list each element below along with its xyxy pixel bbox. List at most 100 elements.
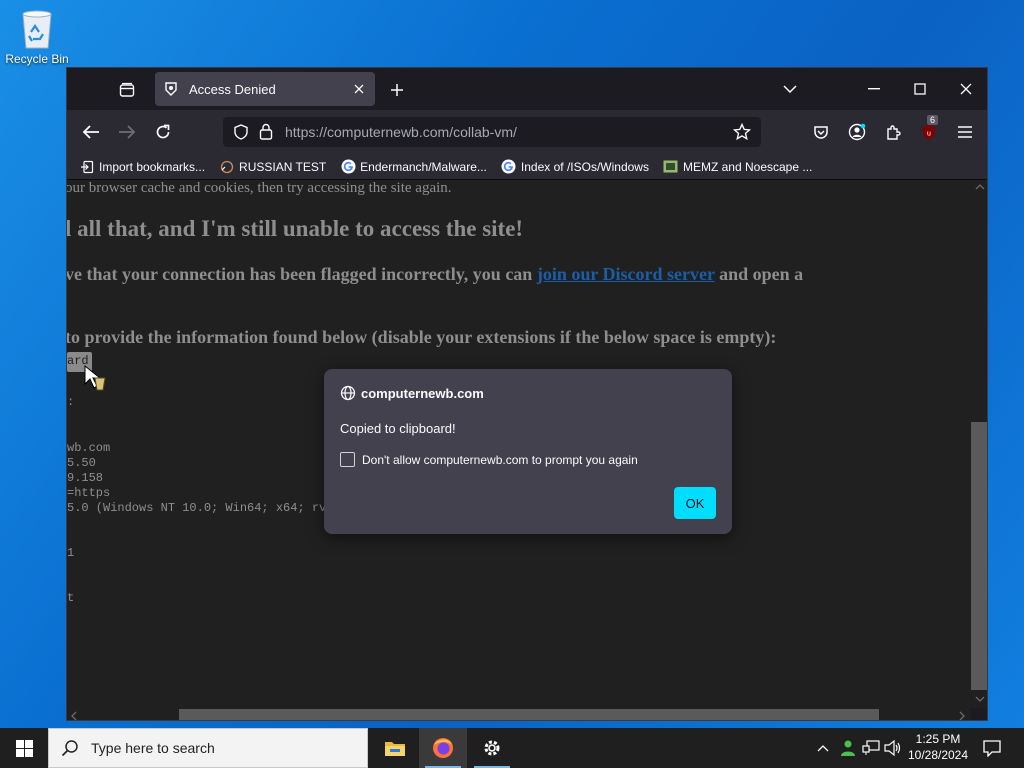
bookmark-import[interactable]: Import bookmarks... — [79, 159, 205, 175]
notification-icon — [983, 740, 1001, 757]
url-origin: https://computernewb.com — [285, 124, 450, 140]
info-line: 9.158 — [67, 471, 104, 485]
puzzle-icon — [886, 124, 901, 140]
tab-list-button[interactable] — [111, 74, 143, 106]
scroll-right-icon[interactable] — [959, 711, 965, 721]
menu-button[interactable] — [951, 118, 979, 146]
arrow-left-icon — [82, 125, 99, 139]
firefox-icon — [433, 738, 453, 758]
taskbar-clock[interactable]: 1:25 PM 10/28/2024 — [900, 731, 976, 763]
close-window-button[interactable] — [943, 68, 987, 110]
site-favicon-icon — [165, 82, 177, 96]
dont-allow-checkbox-row[interactable]: Don't allow computernewb.com to prompt y… — [340, 452, 638, 467]
info-line: t — [67, 591, 75, 605]
taskbar-firefox[interactable] — [419, 728, 467, 768]
scroll-up-icon[interactable] — [975, 184, 985, 190]
forward-button[interactable] — [113, 118, 141, 146]
extensions-button[interactable] — [879, 118, 907, 146]
info-line: 5.50 — [67, 456, 96, 470]
tray-network-button[interactable] — [860, 728, 882, 768]
dont-allow-label[interactable]: Don't allow computernewb.com to prompt y… — [362, 453, 638, 467]
scroll-left-icon[interactable] — [71, 711, 77, 721]
tab-title: Access Denied — [189, 81, 276, 97]
plus-icon — [391, 84, 403, 96]
search-icon — [61, 740, 78, 757]
action-center-button[interactable] — [978, 728, 1006, 768]
gear-icon — [484, 740, 500, 756]
tab-bar: Access Denied — [67, 68, 987, 110]
bookmark-label: MEMZ and Noescape ... — [682, 159, 813, 174]
cursor-busy-icon — [84, 364, 106, 391]
lock-icon[interactable] — [259, 123, 273, 140]
ublock-icon: u — [923, 125, 935, 140]
chevron-up-icon — [817, 745, 829, 752]
url-path: /collab-vm/ — [449, 124, 517, 140]
google-icon — [340, 159, 356, 175]
bookmark-label: Endermanch/Malware... — [360, 159, 487, 174]
show-hidden-icons-button[interactable] — [812, 728, 834, 768]
new-tab-button[interactable] — [381, 74, 413, 106]
vertical-scrollbar-thumb[interactable] — [971, 422, 987, 690]
clock-time: 1:25 PM — [915, 732, 961, 746]
shield-icon[interactable] — [233, 124, 249, 140]
close-icon — [960, 83, 972, 95]
taskbar-settings[interactable] — [468, 728, 516, 768]
maximize-button[interactable] — [897, 68, 943, 110]
close-icon — [354, 84, 364, 94]
page-paragraph-info: to provide the information found below (… — [67, 327, 777, 347]
svg-text:u: u — [927, 131, 931, 138]
maximize-icon — [914, 83, 926, 95]
taskbar-file-explorer[interactable] — [371, 728, 419, 768]
list-all-tabs-button[interactable] — [767, 68, 813, 110]
dialog-message: Copied to clipboard! — [340, 421, 456, 436]
back-button[interactable] — [77, 118, 105, 146]
url-text[interactable]: https://computernewb.com/collab-vm/ — [285, 124, 517, 140]
bookmark-russian-test[interactable]: RUSSIAN TEST — [219, 159, 326, 175]
import-icon — [79, 159, 95, 175]
bookmark-memz-noescape[interactable]: MEMZ and Noescape ... — [663, 159, 812, 175]
minimize-button[interactable] — [851, 68, 897, 110]
globe-icon — [340, 385, 356, 401]
search-placeholder: Type here to search — [91, 740, 215, 756]
discord-link[interactable]: join our Discord server — [537, 264, 715, 284]
taskbar: Type here to search 1:25 PM 10/28/2024 — [0, 728, 1024, 768]
bookmark-endermanch-malware[interactable]: Endermanch/Malware... — [340, 159, 487, 175]
paragraph-suffix: and open a — [714, 264, 804, 284]
tab-close-button[interactable] — [347, 77, 371, 101]
horizontal-scrollbar-thumb[interactable] — [179, 709, 879, 720]
navigation-toolbar: https://computernewb.com/collab-vm/ u 6 — [67, 110, 987, 154]
windows-icon — [15, 739, 33, 757]
recycle-bin-desktop-icon[interactable]: Recycle Bin — [4, 6, 70, 66]
bookmark-index-isos[interactable]: Index of /ISOs/Windows — [501, 159, 649, 175]
hamburger-icon — [958, 126, 972, 138]
star-icon[interactable] — [733, 123, 751, 141]
account-icon — [848, 123, 866, 141]
clock-date: 10/28/2024 — [907, 748, 969, 762]
info-line: 1 — [67, 546, 75, 560]
dialog-header: computernewb.com — [340, 385, 484, 401]
info-line: =https — [67, 486, 111, 500]
scroll-down-icon[interactable] — [975, 696, 985, 702]
dont-allow-checkbox[interactable] — [340, 452, 355, 467]
recycle-bin-icon — [17, 6, 57, 50]
start-button[interactable] — [0, 728, 48, 768]
arrow-right-icon — [119, 125, 136, 139]
info-line: wb.com — [67, 441, 111, 455]
reload-button[interactable] — [149, 118, 177, 146]
tray-user-icon-button[interactable] — [836, 728, 858, 768]
taskbar-search-box[interactable]: Type here to search — [48, 728, 368, 768]
ok-button[interactable]: OK — [674, 487, 716, 519]
account-button[interactable] — [843, 118, 871, 146]
google-icon — [501, 159, 517, 175]
ublock-extension-button[interactable]: u 6 — [915, 115, 943, 146]
reload-icon — [156, 124, 170, 139]
user-icon — [841, 740, 855, 756]
pocket-button[interactable] — [807, 118, 835, 146]
image-icon — [663, 159, 679, 175]
alert-dialog: computernewb.com Copied to clipboard! Do… — [324, 369, 732, 534]
tab-access-denied[interactable]: Access Denied — [155, 72, 375, 106]
bookmark-label: RUSSIAN TEST — [239, 159, 327, 174]
address-bar[interactable]: https://computernewb.com/collab-vm/ — [223, 117, 761, 147]
network-icon — [862, 740, 880, 755]
globe-icon — [219, 159, 235, 175]
